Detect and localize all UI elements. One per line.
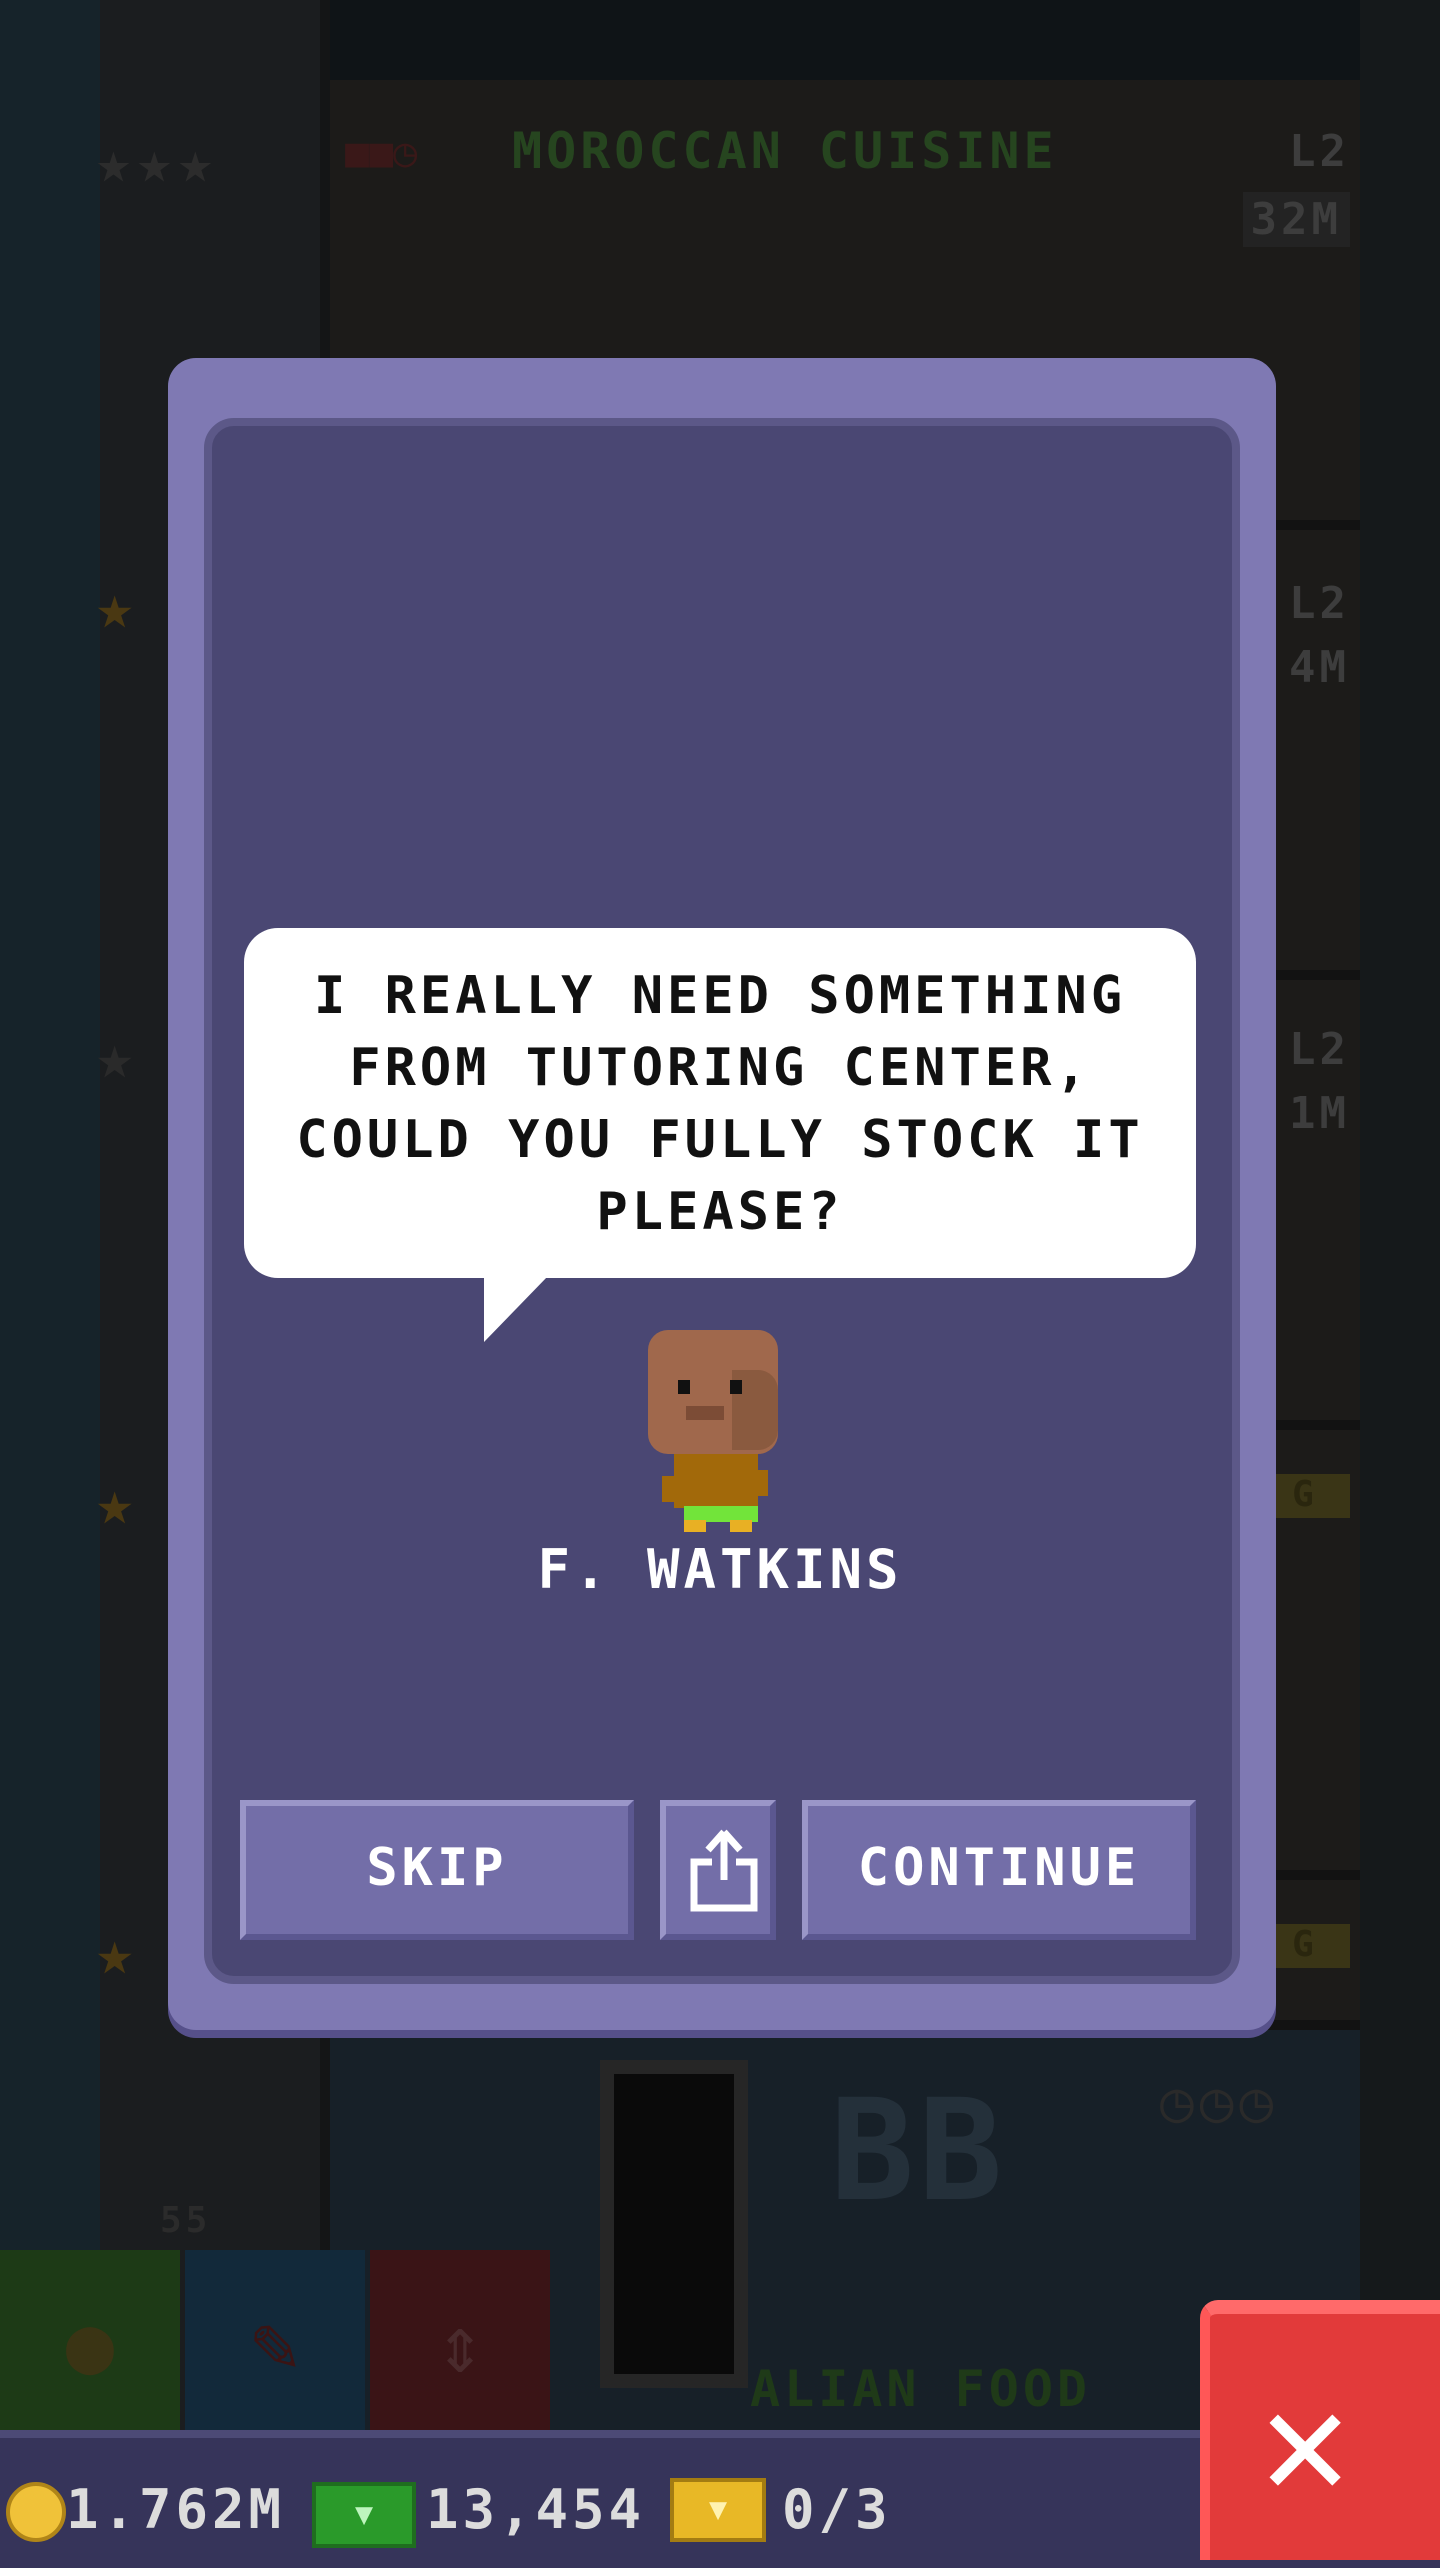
request-message: I REALLY NEED SOMETHING FROM TUTORING CE… (296, 966, 1144, 1242)
share-icon (690, 1829, 758, 1912)
edit-action-button[interactable]: ✎ (185, 2250, 365, 2440)
lower-floor-name: ALIAN FOOD (750, 2360, 1092, 2418)
floor-star-icon: ★ (96, 1916, 134, 1989)
floor-name: MOROCCAN CUISINE (512, 122, 1058, 180)
coins-icon: ● (65, 2298, 115, 2391)
character-foot (684, 1520, 706, 1532)
floor-level: 55 (160, 2200, 212, 2241)
cash-count: 13,454 (426, 2478, 646, 2541)
character-nose (686, 1406, 724, 1420)
character-foot (730, 1520, 752, 1532)
right-wall (1360, 0, 1440, 2440)
clocks-icon: ◷◷◷ (1160, 2070, 1280, 2135)
close-button[interactable]: ✕ (1200, 2300, 1440, 2560)
speech-bubble: I REALLY NEED SOMETHING FROM TUTORING CE… (244, 928, 1196, 1278)
tickets-count: 0/3 (782, 2478, 892, 2541)
character-torso (674, 1454, 758, 1508)
floor-money: 1M (1289, 1088, 1350, 1139)
floor-level: L2 (1289, 578, 1350, 629)
elevator-arrows-icon: ⇕ (435, 2298, 485, 2391)
bb-sign: BB (830, 2070, 1007, 2233)
floor-money: 4M (1289, 642, 1350, 693)
elevator-shaft (0, 0, 100, 2440)
character-name: F. WATKINS (537, 1538, 903, 1601)
continue-button[interactable]: CONTINUE (802, 1800, 1196, 1940)
floor-status-icons: ■■◷ (345, 130, 418, 176)
floor-stars-icon: ★★★ (96, 128, 219, 196)
floor-level: L2 (1289, 126, 1350, 177)
character-eye (730, 1380, 742, 1394)
coins-count: 1.762M (66, 2478, 286, 2541)
room-door (600, 2060, 748, 2388)
coin-icon (6, 2482, 66, 2542)
ticket-icon: ▼ (670, 2478, 766, 2542)
pencil-icon: ✎ (250, 2298, 300, 2391)
speech-bubble-tail (484, 1276, 548, 1342)
floor-star-icon: ★ (96, 1466, 134, 1539)
floor-level: L2 (1289, 1024, 1350, 1075)
close-icon: ✕ (1260, 2356, 1351, 2530)
skip-button[interactable]: SKIP (240, 1800, 634, 1940)
cash-icon: ▼ (312, 2482, 416, 2548)
elevator-action-button[interactable]: ⇕ (370, 2250, 550, 2440)
floor-star-icon: ★ (96, 570, 134, 643)
floor-money: 32M (1242, 192, 1350, 247)
character-avatar (648, 1330, 778, 1532)
coins-action-button[interactable]: ● (0, 2250, 180, 2440)
character-eye (678, 1380, 690, 1394)
floor-star-icon: ★ (96, 1020, 134, 1093)
share-button[interactable] (660, 1800, 776, 1940)
